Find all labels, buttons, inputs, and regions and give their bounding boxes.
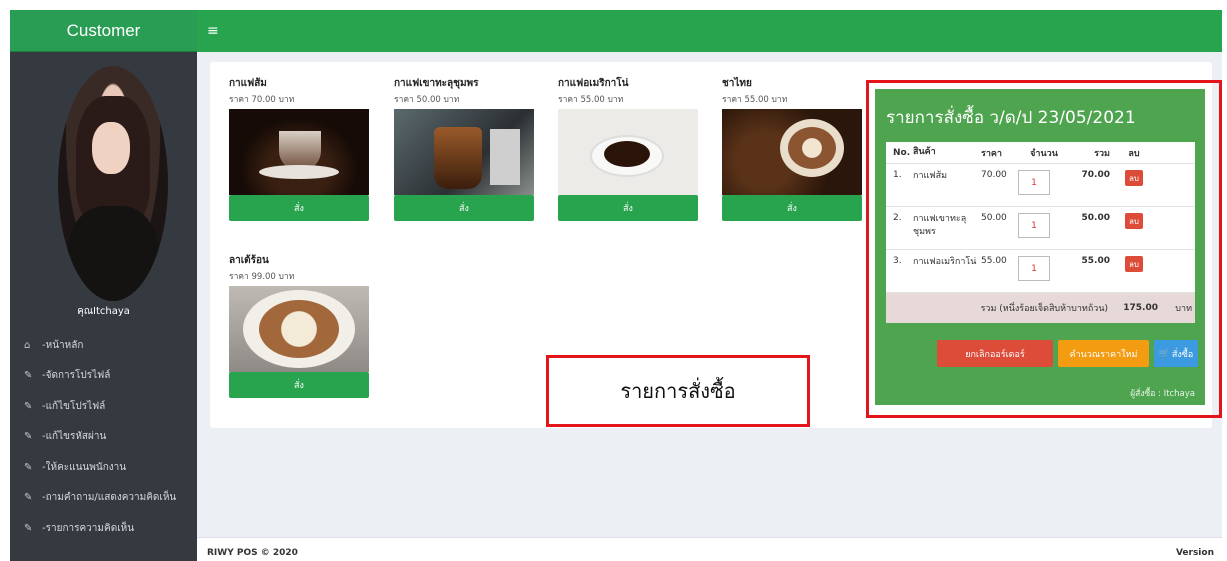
product-price: ราคา 55.00 บาท bbox=[558, 95, 624, 105]
delete-button[interactable]: ลบ bbox=[1125, 256, 1143, 272]
header-sum: รวม bbox=[1094, 148, 1110, 159]
product-card: ลาเต้ร้อน ราคา 99.00 บาท สั่ง bbox=[229, 253, 369, 398]
header-price: ราคา bbox=[981, 148, 1002, 159]
product-image bbox=[229, 286, 369, 372]
row-sum: 55.00 bbox=[1081, 256, 1110, 266]
quantity-input[interactable]: 1 bbox=[1018, 213, 1050, 238]
edit-icon: ✎ bbox=[24, 370, 33, 382]
avatar bbox=[58, 66, 168, 301]
buy-button[interactable]: 🛒 สั่งซื้อ bbox=[1154, 340, 1198, 367]
row-name: กาแฟเขาทะลุชุมพร bbox=[913, 214, 967, 237]
row-name: กาแฟอเมริกาโน่ bbox=[913, 257, 977, 267]
row-price: 70.00 bbox=[981, 170, 1007, 180]
sidebar-item-ask-question[interactable]: ✎ -ถามคำถาม/แสดงความคิดเห็น bbox=[10, 483, 197, 514]
username: คุณItchaya bbox=[77, 306, 130, 317]
order-button[interactable]: สั่ง bbox=[558, 195, 698, 221]
sidebar-item-label: -แก้ไขรหัสผ่าน bbox=[42, 431, 107, 443]
total-unit: บาท bbox=[1175, 304, 1192, 314]
menu-toggle-icon[interactable]: ≡ bbox=[207, 23, 219, 39]
sidebar-item-label: -ให้คะแนนพนักงาน bbox=[42, 461, 127, 473]
row-sum: 70.00 bbox=[1081, 170, 1110, 180]
edit-icon: ✎ bbox=[24, 431, 33, 443]
delete-button[interactable]: ลบ bbox=[1125, 170, 1143, 186]
total-label: รวม (หนึ่งร้อยเจ็ดสิบห้าบาทถ้วน) bbox=[980, 304, 1108, 314]
total-value: 175.00 bbox=[1123, 303, 1158, 313]
sidebar-item-home[interactable]: ⌂ -หน้าหลัก bbox=[10, 330, 197, 361]
product-name: ลาเต้ร้อน bbox=[229, 255, 269, 266]
table-row: 2. กาแฟเขาทะลุชุมพร 50.00 1 50.00 ลบ bbox=[886, 207, 1195, 250]
header-qty: จำนวน bbox=[1030, 148, 1058, 159]
row-no: 1. bbox=[893, 170, 902, 180]
sidebar-item-label: -หน้าหลัก bbox=[42, 339, 84, 351]
sidebar: Customer คุณItchaya ⌂ -หน้าหลัก ✎ -จัดการโ… bbox=[10, 10, 197, 561]
row-price: 50.00 bbox=[981, 213, 1007, 223]
product-card: ชาไทย ราคา 55.00 บาท สั่ง bbox=[722, 76, 862, 221]
order-button[interactable]: สั่ง bbox=[394, 195, 534, 221]
quantity-input[interactable]: 1 bbox=[1018, 256, 1050, 281]
sidebar-item-edit-profile[interactable]: ✎ -แก้ไขโปรไฟล์ bbox=[10, 391, 197, 422]
product-price: ราคา 50.00 บาท bbox=[394, 95, 460, 105]
product-price: ราคา 55.00 บาท bbox=[722, 95, 788, 105]
total-row: รวม (หนึ่งร้อยเจ็ดสิบห้าบาทถ้วน) 175.00 … bbox=[886, 293, 1195, 323]
sidebar-item-comments[interactable]: ✎ -รายการความคิดเห็น bbox=[10, 513, 197, 544]
product-name: กาแฟเขาทะลุชุมพร bbox=[394, 78, 479, 89]
row-no: 2. bbox=[893, 213, 902, 223]
topbar: ≡ bbox=[197, 10, 1222, 52]
sidebar-item-manage-profile[interactable]: ✎ -จัดการโปรไฟล์ bbox=[10, 361, 197, 392]
table-header: No. สินค้า ราคา จำนวน รวม ลบ bbox=[886, 142, 1195, 164]
cart-icon: 🛒 bbox=[1158, 348, 1170, 359]
row-no: 3. bbox=[893, 256, 902, 266]
row-sum: 50.00 bbox=[1081, 213, 1110, 223]
table-row: 1. กาแฟส้ม 70.00 1 70.00 ลบ bbox=[886, 164, 1195, 207]
order-cart: รายการสั่งซื้อ ว/ด/ป 23/05/2021 No. สินค… bbox=[875, 89, 1205, 405]
copyright: RIWY POS © 2020 bbox=[207, 548, 298, 558]
product-image bbox=[394, 109, 534, 195]
sidebar-item-label: -จัดการโปรไฟล์ bbox=[42, 370, 111, 382]
header-del: ลบ bbox=[1128, 148, 1140, 159]
product-card: กาแฟส้ม ราคา 70.00 บาท สั่ง bbox=[229, 76, 369, 221]
sidebar-item-label: -ถามคำถาม/แสดงความคิดเห็น bbox=[42, 492, 177, 504]
version-label: Version bbox=[1175, 548, 1214, 558]
buy-button-label: สั่งซื้อ bbox=[1171, 349, 1194, 360]
product-card: กาแฟเขาทะลุชุมพร ราคา 50.00 บาท สั่ง bbox=[394, 76, 534, 221]
product-name: กาแฟส้ม bbox=[229, 78, 267, 89]
header-name: สินค้า bbox=[913, 147, 936, 157]
sidebar-nav: ⌂ -หน้าหลัก ✎ -จัดการโปรไฟล์ ✎ -แก้ไขโปรไฟล… bbox=[10, 330, 197, 544]
edit-icon: ✎ bbox=[24, 461, 33, 473]
app: Customer คุณItchaya ⌂ -หน้าหลัก ✎ -จัดการโ… bbox=[10, 10, 1222, 561]
product-price: ราคา 99.00 บาท bbox=[229, 272, 295, 282]
order-button[interactable]: สั่ง bbox=[229, 195, 369, 221]
order-button[interactable]: สั่ง bbox=[722, 195, 862, 221]
product-card: กาแฟอเมริกาโน่ ราคา 55.00 บาท สั่ง bbox=[558, 76, 698, 221]
edit-icon: ✎ bbox=[24, 400, 33, 412]
edit-icon: ✎ bbox=[24, 522, 33, 534]
sidebar-item-rate-staff[interactable]: ✎ -ให้คะแนนพนักงาน bbox=[10, 452, 197, 483]
row-name: กาแฟส้ม bbox=[913, 171, 948, 181]
footer: RIWY POS © 2020 Version bbox=[197, 537, 1222, 561]
product-price: ราคา 70.00 บาท bbox=[229, 95, 295, 105]
delete-button[interactable]: ลบ bbox=[1125, 213, 1143, 229]
product-image bbox=[558, 109, 698, 195]
product-name: ชาไทย bbox=[722, 78, 752, 89]
sidebar-item-label: -รายการความคิดเห็น bbox=[42, 522, 135, 534]
row-price: 55.00 bbox=[981, 256, 1007, 266]
cancel-order-button[interactable]: ยกเลิกออร์เดอร์ bbox=[937, 340, 1053, 367]
brand-title[interactable]: Customer bbox=[10, 10, 197, 52]
product-name: กาแฟอเมริกาโน่ bbox=[558, 78, 629, 89]
orderer-label: ผู้สั่งซื้อ : Itchaya bbox=[1130, 389, 1195, 399]
header-no: No. bbox=[893, 147, 911, 158]
table-row: 3. กาแฟอเมริกาโน่ 55.00 1 55.00 ลบ bbox=[886, 250, 1195, 293]
home-icon: ⌂ bbox=[24, 339, 31, 351]
sidebar-item-label: -แก้ไขโปรไฟล์ bbox=[42, 400, 106, 412]
cart-title: รายการสั่งซื้อ ว/ด/ป 23/05/2021 bbox=[886, 108, 1136, 128]
order-button[interactable]: สั่ง bbox=[229, 372, 369, 398]
recalculate-button[interactable]: คำนวณราคาใหม่ bbox=[1058, 340, 1149, 367]
annotation-label: รายการสั่งซื้อ bbox=[546, 355, 810, 427]
sidebar-item-edit-password[interactable]: ✎ -แก้ไขรหัสผ่าน bbox=[10, 422, 197, 453]
quantity-input[interactable]: 1 bbox=[1018, 170, 1050, 195]
cart-table: No. สินค้า ราคา จำนวน รวม ลบ 1. กาแฟส้ม … bbox=[886, 142, 1195, 323]
product-image bbox=[722, 109, 862, 195]
product-image bbox=[229, 109, 369, 195]
edit-icon: ✎ bbox=[24, 492, 33, 504]
